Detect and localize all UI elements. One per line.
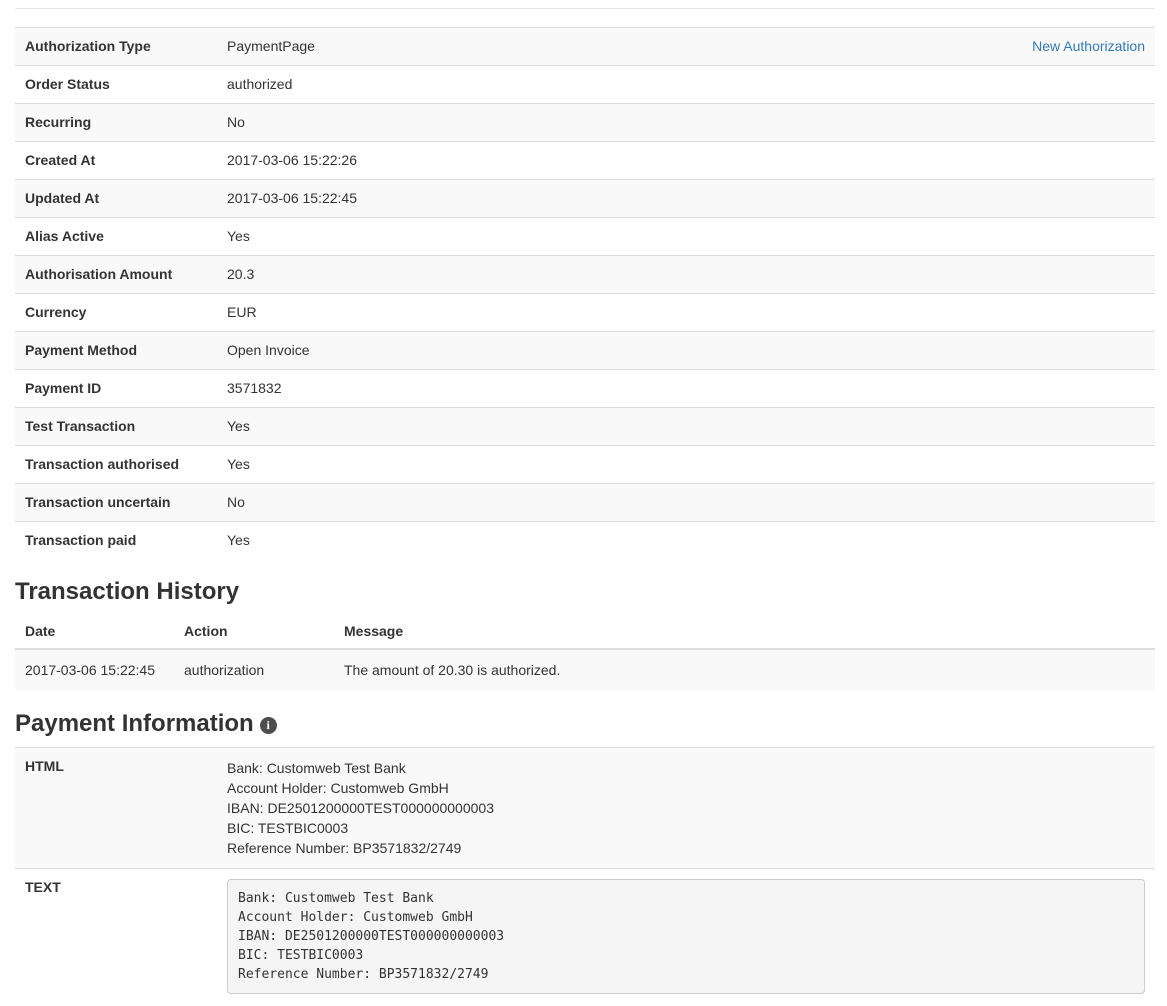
detail-label: Transaction authorised [15,446,217,484]
detail-label: Transaction paid [15,522,217,560]
detail-row-authorisation-amount: Authorisation Amount 20.3 [15,256,1155,294]
history-column-date: Date [15,615,174,649]
history-column-message: Message [334,615,1155,649]
payment-html-label: HTML [15,748,217,869]
detail-value: 20.3 [217,256,1155,294]
detail-value: Yes [217,218,1155,256]
detail-value: PaymentPage [227,38,315,54]
detail-label: Authorization Type [15,28,217,66]
order-detail-page: Authorization Type New Authorization Pay… [0,0,1167,1004]
detail-value: authorized [217,66,1155,104]
detail-row-recurring: Recurring No [15,104,1155,142]
payment-html-line-reference: Reference Number: BP3571832/2749 [227,838,1145,858]
detail-value: 2017-03-06 15:22:26 [217,142,1155,180]
detail-value: Open Invoice [217,332,1155,370]
detail-value: No [217,484,1155,522]
payment-text-label: TEXT [15,869,217,1005]
payment-information-title: Payment Information i [15,711,1155,737]
top-divider [15,8,1155,9]
detail-label: Payment Method [15,332,217,370]
detail-label: Updated At [15,180,217,218]
detail-label: Order Status [15,66,217,104]
detail-label: Alias Active [15,218,217,256]
history-date: 2017-03-06 15:22:45 [15,649,174,691]
detail-label: Payment ID [15,370,217,408]
detail-row-payment-method: Payment Method Open Invoice [15,332,1155,370]
detail-row-payment-id: Payment ID 3571832 [15,370,1155,408]
detail-row-order-status: Order Status authorized [15,66,1155,104]
detail-label: Recurring [15,104,217,142]
detail-row-transaction-paid: Transaction paid Yes [15,522,1155,560]
payment-text-row: TEXT Bank: Customweb Test Bank Account H… [15,869,1155,1005]
payment-html-line-bic: BIC: TESTBIC0003 [227,818,1145,838]
history-header-row: Date Action Message [15,615,1155,649]
history-column-action: Action [174,615,334,649]
detail-row-authorization-type: Authorization Type New Authorization Pay… [15,28,1155,66]
history-action: authorization [174,649,334,691]
detail-row-test-transaction: Test Transaction Yes [15,408,1155,446]
payment-text-content-cell: Bank: Customweb Test Bank Account Holder… [217,869,1155,1005]
detail-label: Authorisation Amount [15,256,217,294]
payment-html-content: Bank: Customweb Test Bank Account Holder… [217,748,1155,869]
order-details-table: Authorization Type New Authorization Pay… [15,27,1155,559]
transaction-history-title: Transaction History [15,579,1155,605]
transaction-history-table: Date Action Message 2017-03-06 15:22:45 … [15,615,1155,691]
detail-row-created-at: Created At 2017-03-06 15:22:26 [15,142,1155,180]
history-row: 2017-03-06 15:22:45 authorization The am… [15,649,1155,691]
payment-text-block: Bank: Customweb Test Bank Account Holder… [227,879,1145,994]
detail-value-cell: New Authorization PaymentPage [217,28,1155,66]
detail-value: Yes [217,408,1155,446]
detail-value: 3571832 [217,370,1155,408]
payment-html-row: HTML Bank: Customweb Test Bank Account H… [15,748,1155,869]
detail-row-alias-active: Alias Active Yes [15,218,1155,256]
detail-row-updated-at: Updated At 2017-03-06 15:22:45 [15,180,1155,218]
detail-value: Yes [217,446,1155,484]
detail-label: Created At [15,142,217,180]
detail-label: Transaction uncertain [15,484,217,522]
detail-row-transaction-authorised: Transaction authorised Yes [15,446,1155,484]
payment-html-line-bank: Bank: Customweb Test Bank [227,758,1145,778]
detail-value: 2017-03-06 15:22:45 [217,180,1155,218]
payment-html-line-account-holder: Account Holder: Customweb GmbH [227,778,1145,798]
detail-row-transaction-uncertain: Transaction uncertain No [15,484,1155,522]
detail-value: No [217,104,1155,142]
detail-label: Test Transaction [15,408,217,446]
history-message: The amount of 20.30 is authorized. [334,649,1155,691]
new-authorization-link[interactable]: New Authorization [1032,38,1145,55]
transaction-history-title-text: Transaction History [15,578,239,605]
detail-value: EUR [217,294,1155,332]
detail-value: Yes [217,522,1155,560]
payment-html-line-iban: IBAN: DE2501200000TEST000000000003 [227,798,1145,818]
detail-label: Currency [15,294,217,332]
info-icon[interactable]: i [260,717,277,734]
payment-information-table: HTML Bank: Customweb Test Bank Account H… [15,747,1155,1004]
payment-information-title-text: Payment Information [15,710,254,737]
detail-row-currency: Currency EUR [15,294,1155,332]
